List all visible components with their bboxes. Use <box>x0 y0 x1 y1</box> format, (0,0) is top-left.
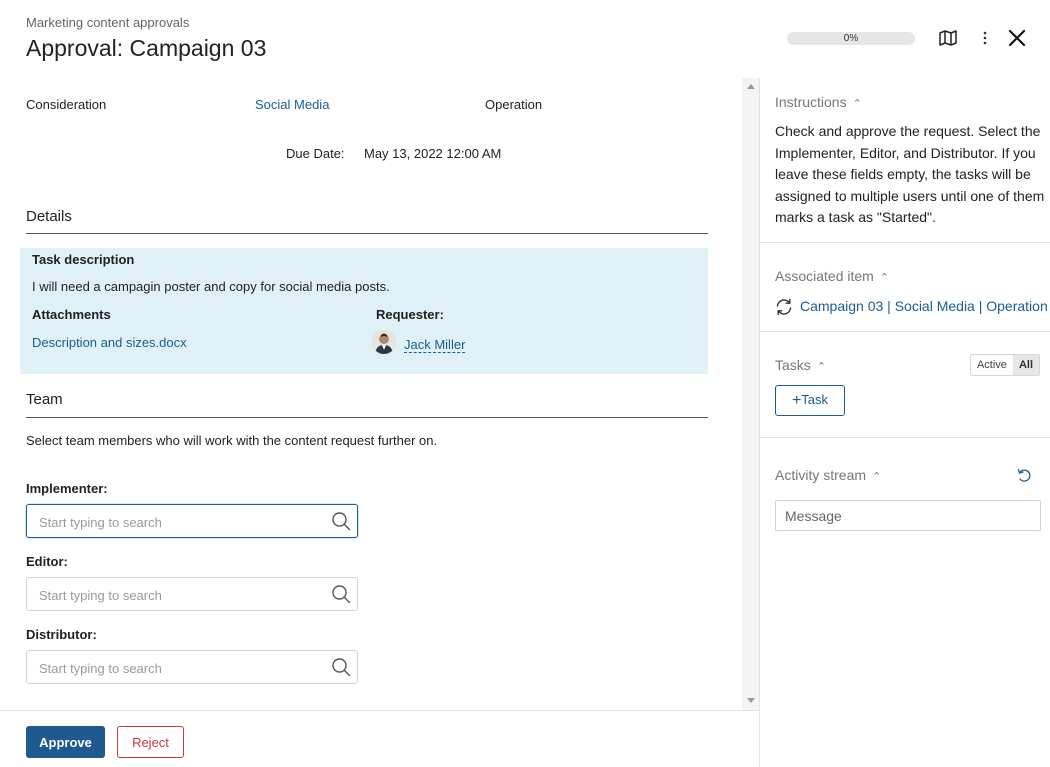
message-input[interactable] <box>775 500 1041 531</box>
progress-bar: 0% <box>787 32 915 45</box>
details-heading: Details <box>26 208 72 225</box>
chevron-up-icon[interactable]: ⌃ <box>880 271 889 284</box>
activity-header[interactable]: Activity stream ⌃ <box>775 467 881 483</box>
implementer-label: Implementer: <box>26 481 108 496</box>
sidebar-divider <box>760 242 1050 243</box>
refresh-icon[interactable] <box>1016 467 1032 486</box>
scroll-down-arrow[interactable] <box>747 698 755 703</box>
page-title: Approval: Campaign 03 <box>26 35 267 61</box>
chevron-up-icon[interactable]: ⌃ <box>872 470 881 483</box>
approve-button[interactable]: Approve <box>26 726 105 758</box>
editor-field[interactable] <box>26 577 358 611</box>
close-icon[interactable] <box>1006 27 1028 49</box>
distributor-label: Distributor: <box>26 627 97 642</box>
instructions-title: Instructions <box>775 94 847 110</box>
distributor-input[interactable] <box>39 659 319 677</box>
progress-label: 0% <box>843 33 859 44</box>
tasks-filter-active[interactable]: Active <box>971 355 1013 375</box>
team-divider <box>26 417 708 418</box>
map-icon[interactable] <box>937 27 959 49</box>
implementer-field[interactable] <box>26 504 358 538</box>
channel-link[interactable]: Social Media <box>255 97 329 112</box>
reject-button[interactable]: Reject <box>117 726 184 758</box>
tasks-filter-toggle[interactable]: Active All <box>969 354 1040 376</box>
sync-icon <box>774 297 794 320</box>
editor-input[interactable] <box>39 586 319 604</box>
tasks-filter-all[interactable]: All <box>1012 355 1039 375</box>
instructions-header[interactable]: Instructions ⌃ <box>775 94 862 110</box>
associated-header[interactable]: Associated item ⌃ <box>775 268 889 284</box>
associated-item-link[interactable]: Campaign 03 | Social Media | Operation <box>800 298 1048 314</box>
due-date-label: Due Date: <box>286 146 345 161</box>
stage-label: Operation <box>485 97 543 112</box>
due-date-value: May 13, 2022 12:00 AM <box>364 146 502 161</box>
team-heading: Team <box>26 391 63 408</box>
team-description: Select team members who will work with t… <box>26 433 438 448</box>
scroll-up-arrow[interactable] <box>747 84 755 89</box>
tasks-header[interactable]: Tasks ⌃ <box>775 357 826 373</box>
attachments-label: Attachments <box>32 307 111 322</box>
main-pane: Consideration Social Media Operation Due… <box>0 78 742 708</box>
add-task-label: Task <box>801 391 829 407</box>
more-vertical-icon[interactable] <box>974 27 996 49</box>
footer-bar: Approve Reject <box>0 710 759 767</box>
search-icon[interactable] <box>331 511 351 531</box>
chevron-up-icon[interactable]: ⌃ <box>817 360 826 373</box>
instructions-text: Check and approve the request. Select th… <box>775 123 1045 225</box>
implementer-input[interactable] <box>39 513 319 531</box>
avatar <box>372 330 396 354</box>
requester-label: Requester: <box>376 307 444 322</box>
tasks-title: Tasks <box>775 357 811 373</box>
task-description-text: I will need a campagin poster and copy f… <box>32 279 390 294</box>
activity-title: Activity stream <box>775 467 867 483</box>
associated-title: Associated item <box>775 268 874 284</box>
scrollbar[interactable] <box>742 78 759 710</box>
task-description-label: Task description <box>32 252 135 267</box>
add-task-button[interactable]: +Task <box>775 385 845 416</box>
attachment-link[interactable]: Description and sizes.docx <box>32 335 187 350</box>
chevron-up-icon[interactable]: ⌃ <box>853 97 862 110</box>
details-divider <box>26 233 708 234</box>
search-icon[interactable] <box>331 584 351 604</box>
sidebar-divider <box>760 437 1050 438</box>
search-icon[interactable] <box>331 657 351 677</box>
details-panel: Task description I will need a campagin … <box>20 248 708 374</box>
plus-icon: + <box>791 391 802 409</box>
requester-link[interactable]: Jack Miller <box>404 337 466 353</box>
type-label: Consideration <box>26 97 107 112</box>
sidebar-divider <box>760 331 1050 332</box>
side-panel: Instructions ⌃ Check and approve the requ… <box>759 78 1050 767</box>
breadcrumb: Marketing content approvals <box>26 15 190 30</box>
distributor-field[interactable] <box>26 650 358 684</box>
editor-label: Editor: <box>26 554 68 569</box>
